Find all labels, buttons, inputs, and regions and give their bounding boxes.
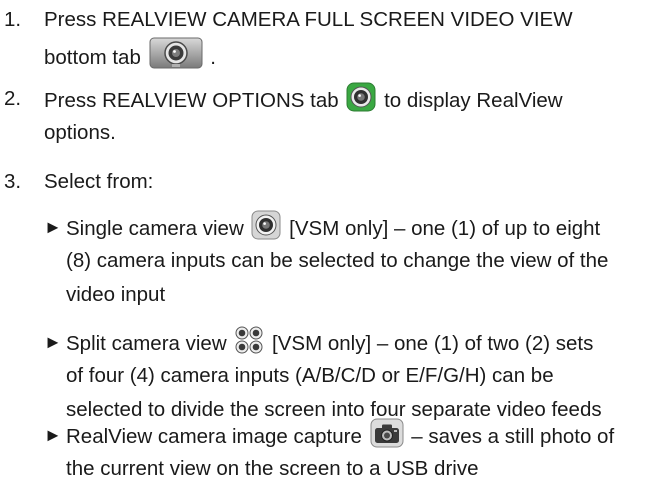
step-number: 3.	[4, 170, 22, 193]
option-text: Single camera view [VSM only] – one (1) …	[66, 210, 653, 312]
option-line: RealView camera image capture – saves a …	[66, 418, 653, 452]
step-line: Press REALVIEW OPTIONS tab to display Re…	[44, 82, 649, 116]
bullet-arrow: ►	[44, 217, 62, 237]
green-camera-lens-icon	[346, 82, 376, 112]
option-text: Split camera view [VSM only] – one (1) o…	[66, 325, 653, 427]
quad-camera-lens-icon	[234, 325, 264, 355]
option-line: video input	[66, 283, 166, 306]
step-number: 2.	[4, 87, 22, 110]
bullet-arrow: ►	[44, 425, 62, 445]
option-text-segment: [VSM only] – one (1) of up to eight	[289, 217, 601, 240]
single-camera-lens-icon	[251, 210, 281, 240]
step-text: Select from:	[44, 165, 649, 199]
option-line: the current view on the screen to a USB …	[66, 457, 479, 480]
step-line: options.	[44, 121, 116, 144]
camera-lens-tab-icon	[149, 37, 203, 69]
option-line: Split camera view [VSM only] – one (1) o…	[66, 325, 653, 359]
step-text-segment: Press REALVIEW OPTIONS tab	[44, 89, 339, 112]
step-text-segment: .	[210, 46, 216, 69]
photo-camera-icon	[370, 418, 404, 448]
option-line: of four (4) camera inputs (A/B/C/D or E/…	[66, 364, 554, 387]
option-text-segment: – saves a still photo of	[411, 425, 615, 448]
step-line: bottom tab .	[44, 37, 649, 71]
option-text-segment: Split camera view	[66, 332, 227, 355]
manual-instructions: 1. Press REALVIEW CAMERA FULL SCREEN VID…	[0, 0, 657, 494]
bullet-arrow: ►	[44, 332, 62, 352]
step-text: Press REALVIEW CAMERA FULL SCREEN VIDEO …	[44, 3, 649, 71]
step-text-segment: to display RealView	[384, 89, 563, 112]
option-text-segment: RealView camera image capture	[66, 425, 362, 448]
step-text-segment: bottom tab	[44, 46, 141, 69]
option-line: (8) camera inputs can be selected to cha…	[66, 249, 609, 272]
step-text: Press REALVIEW OPTIONS tab to display Re…	[44, 82, 649, 150]
option-line: Single camera view [VSM only] – one (1) …	[66, 210, 653, 244]
step-line: Press REALVIEW CAMERA FULL SCREEN VIDEO …	[44, 8, 573, 31]
option-text: RealView camera image capture – saves a …	[66, 418, 653, 486]
option-text-segment: [VSM only] – one (1) of two (2) sets	[272, 332, 594, 355]
step-number: 1.	[4, 8, 22, 31]
step-line: Select from:	[44, 170, 154, 193]
option-text-segment: Single camera view	[66, 217, 244, 240]
